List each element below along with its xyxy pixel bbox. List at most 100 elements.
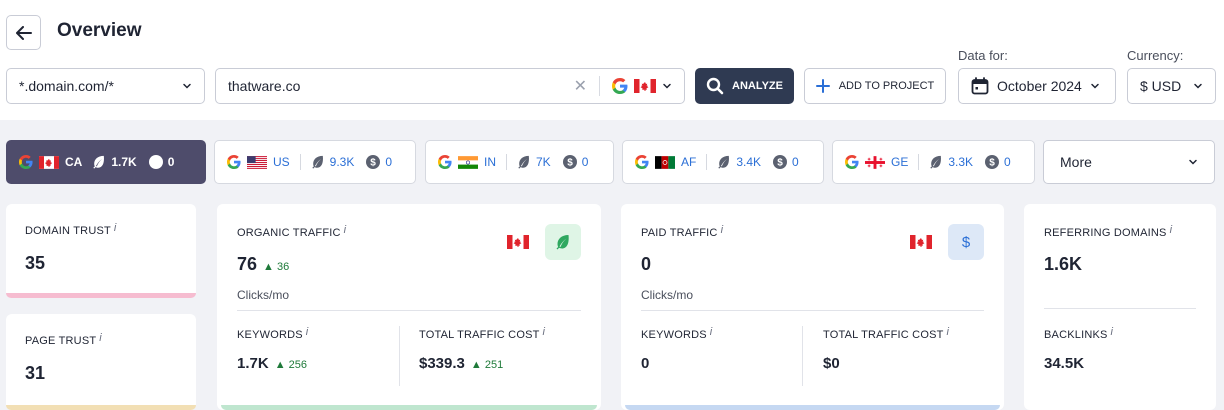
paid-cost-value: $0 xyxy=(823,355,840,372)
leaf-icon xyxy=(718,155,730,169)
db-paid: 0 xyxy=(792,155,799,169)
organic-keywords-delta: 256 xyxy=(288,359,307,371)
domain-input[interactable] xyxy=(228,78,574,94)
flag-ca-icon xyxy=(39,155,59,169)
scope-select[interactable]: *.domain.com/* xyxy=(6,68,205,104)
divider xyxy=(918,154,920,170)
divider xyxy=(299,154,301,170)
info-icon[interactable]: i xyxy=(1170,224,1173,236)
divider xyxy=(641,310,984,311)
organic-badge xyxy=(545,224,581,260)
divider xyxy=(506,154,507,170)
currency-select[interactable]: $ USD xyxy=(1127,68,1216,104)
divider xyxy=(706,154,708,170)
more-databases-select[interactable]: More xyxy=(1043,140,1215,184)
paid-traffic-bar xyxy=(625,405,1000,410)
db-paid: 0 xyxy=(1004,155,1011,169)
db-code: IN xyxy=(484,155,496,169)
chevron-down-icon xyxy=(1189,159,1197,165)
chevron-down-icon xyxy=(183,83,191,89)
info-icon[interactable]: i xyxy=(710,326,713,338)
dollar-icon: $ xyxy=(961,233,971,251)
dollar-coin-icon xyxy=(985,155,1000,169)
leaf-icon xyxy=(93,155,105,169)
plus-icon xyxy=(815,79,830,93)
organic-cost-title: TOTAL TRAFFIC COST i xyxy=(419,326,546,341)
google-icon xyxy=(635,155,649,169)
domain-trust-card: DOMAIN TRUST i 35 xyxy=(6,204,196,298)
flag-ca-icon xyxy=(910,235,932,249)
db-keywords: 9.3K xyxy=(329,155,355,169)
db-tab-ge[interactable]: GE 3.3K 0 xyxy=(832,140,1035,184)
arrow-left-icon xyxy=(15,25,32,40)
organic-cost-value: $339.3 ▲ 251 xyxy=(419,355,504,372)
clear-icon[interactable]: ✕ xyxy=(574,76,587,96)
info-icon[interactable]: i xyxy=(114,222,117,234)
organic-keywords-value: 1.7K ▲ 256 xyxy=(237,355,307,372)
currency-value: $ USD xyxy=(1140,78,1182,94)
analyze-button[interactable]: ANALYZE xyxy=(695,68,794,104)
organic-cost-delta: 251 xyxy=(484,359,504,371)
organic-traffic-delta: 36 xyxy=(276,261,290,273)
db-paid: 0 xyxy=(581,155,589,169)
google-icon xyxy=(845,155,859,169)
flag-af-icon xyxy=(655,155,675,169)
db-paid: 0 xyxy=(385,155,393,169)
info-icon[interactable]: i xyxy=(543,326,546,338)
db-tab-in[interactable]: IN 7K 0 xyxy=(425,140,614,184)
paid-keywords-value: 0 xyxy=(641,355,650,372)
db-keywords: 3.3K xyxy=(948,155,974,169)
organic-traffic-card: ORGANIC TRAFFIC i 76 ▲ 36 Clicks/mo KEYWOR… xyxy=(217,204,601,410)
flag-us-icon xyxy=(247,155,267,169)
info-icon[interactable]: i xyxy=(947,326,950,338)
date-select[interactable]: October 2024 xyxy=(958,68,1116,104)
date-label: Data for: xyxy=(958,48,1008,63)
scope-value: *.domain.com/* xyxy=(19,78,114,94)
page-trust-title: PAGE TRUST i xyxy=(25,332,102,347)
add-to-project-button[interactable]: ADD TO PROJECT xyxy=(804,68,946,104)
info-icon[interactable]: i xyxy=(1111,326,1114,338)
db-tab-us[interactable]: US 9.3K 0 xyxy=(214,140,416,184)
info-icon[interactable]: i xyxy=(721,224,724,236)
referring-domains-card: REFERRING DOMAINS i 1.6K BACKLINKS i 34.5K xyxy=(1024,204,1216,410)
paid-keywords-title: KEYWORDS i xyxy=(641,326,713,341)
flag-ge-icon xyxy=(865,155,885,169)
divider xyxy=(599,76,600,96)
up-arrow-icon: ▲ xyxy=(274,359,286,371)
paid-traffic-unit: Clicks/mo xyxy=(641,288,694,302)
db-keywords: 1.7K xyxy=(111,155,137,169)
db-keywords: 3.4K xyxy=(736,155,762,169)
google-icon xyxy=(19,155,33,169)
paid-traffic-value: 0 xyxy=(641,254,652,274)
divider xyxy=(399,326,400,386)
organic-traffic-title: ORGANIC TRAFFIC i xyxy=(237,224,347,239)
info-icon[interactable]: i xyxy=(306,326,309,338)
flag-ca-icon xyxy=(507,235,529,249)
more-label: More xyxy=(1060,154,1092,170)
info-icon[interactable]: i xyxy=(344,224,347,236)
leaf-icon xyxy=(518,155,529,169)
domain-trust-title: DOMAIN TRUST i xyxy=(25,222,117,237)
date-value: October 2024 xyxy=(997,78,1082,94)
backlinks-value: 34.5K xyxy=(1044,355,1085,372)
paid-traffic-card: PAID TRAFFIC i $ 0 Clicks/mo KEYWORDS i 0 … xyxy=(621,204,1004,410)
page-trust-value: 31 xyxy=(25,363,46,383)
db-tab-af[interactable]: AF 3.4K 0 xyxy=(622,140,824,184)
db-code: CA xyxy=(65,155,83,169)
back-button[interactable] xyxy=(6,15,41,50)
up-arrow-icon: ▲ xyxy=(263,261,274,273)
chevron-down-icon xyxy=(1194,83,1202,89)
db-tab-ca[interactable]: CA 1.7K 0 xyxy=(6,140,206,184)
backlinks-title: BACKLINKS i xyxy=(1044,326,1114,341)
dollar-coin-icon xyxy=(562,155,577,169)
db-code: GE xyxy=(891,155,909,169)
leaf-icon xyxy=(311,155,323,169)
divider xyxy=(802,326,803,386)
domain-trust-value: 35 xyxy=(25,253,46,273)
leaf-icon xyxy=(556,235,569,250)
search-engine-select[interactable] xyxy=(612,78,672,94)
info-icon[interactable]: i xyxy=(99,332,102,344)
db-keywords: 7K xyxy=(536,155,551,169)
google-icon xyxy=(227,155,241,169)
flag-ca-icon xyxy=(634,79,656,93)
